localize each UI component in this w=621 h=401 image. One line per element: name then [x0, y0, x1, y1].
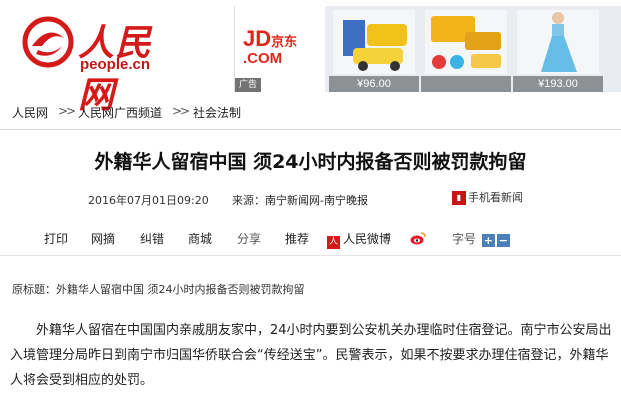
breadcrumb-society-law[interactable]: 社会法制	[193, 104, 241, 121]
sina-weibo-icon[interactable]	[410, 232, 426, 245]
ad-product-price: ¥193.00	[513, 76, 603, 92]
people-logo[interactable]: 人民网 people.cn	[18, 12, 188, 116]
people-weibo-icon: 人	[327, 236, 340, 249]
recommend-button[interactable]: 推荐	[285, 230, 309, 247]
correction-button[interactable]: 纠错	[140, 230, 164, 247]
net-excerpt-button[interactable]: 网摘	[91, 230, 115, 247]
share-button[interactable]: 分享	[237, 230, 261, 247]
jd-ad-banner[interactable]: JD京东 .COM 广告 ¥96.00 ¥193.00	[234, 6, 621, 92]
toy-car-image	[333, 10, 415, 74]
breadcrumb-separator: >>	[58, 104, 76, 118]
font-size-label: 字号	[452, 232, 477, 246]
breadcrumb-home[interactable]: 人民网	[12, 104, 48, 121]
dress-image	[517, 10, 599, 74]
jd-domain: .COM	[243, 50, 283, 67]
font-size-control: 字号 + −	[452, 230, 510, 247]
jd-brand-cn: 京东	[271, 34, 298, 49]
article-title: 外籍华人留宿中国 须24小时内报备否则被罚款拘留	[94, 151, 527, 173]
weibo-button[interactable]: 人人民微博	[327, 230, 391, 249]
ad-product-1[interactable]: ¥96.00	[329, 10, 419, 92]
logo-url: people.cn	[80, 56, 151, 73]
original-title: 原标题：外籍华人留宿中国 须24小时内报备否则被罚款拘留	[12, 283, 305, 296]
site-header: 人民网 people.cn JD京东 .COM 广告 ¥96.00 ¥193.0…	[0, 0, 621, 116]
article-source: 来源：南宁新闻网-南宁晚报	[232, 192, 368, 208]
jd-brand: JD	[243, 26, 272, 51]
mall-button[interactable]: 商城	[188, 230, 212, 247]
source-label: 来源：	[232, 194, 265, 207]
breadcrumb: 人民网 >> 人民网广西频道 >> 社会法制	[0, 92, 621, 130]
mobile-icon: ▮	[452, 191, 466, 205]
toy-set-image	[425, 10, 507, 74]
font-increase-button[interactable]: +	[481, 234, 495, 247]
article-toolbar: 打印 网摘 纠错 商城 分享 推荐 人人民微博 字号 + −	[0, 222, 621, 256]
ad-tag: 广告	[235, 78, 261, 92]
ad-product-price	[421, 76, 511, 92]
font-decrease-button[interactable]: −	[496, 234, 510, 247]
source-link[interactable]: 南宁新闻网-南宁晚报	[265, 194, 368, 207]
jd-logo: JD京东 .COM 广告	[235, 6, 325, 92]
publish-date: 2016年07月01日09:20	[88, 194, 209, 207]
mobile-news-label: 手机看新闻	[468, 191, 523, 204]
ad-product-price: ¥96.00	[329, 76, 419, 92]
people-swirl-icon	[22, 16, 74, 68]
ad-product-3[interactable]: ¥193.00	[513, 10, 603, 92]
breadcrumb-separator: >>	[172, 104, 190, 118]
article-paragraph: 外籍华人留宿在中国国内亲戚朋友家中，24小时内要到公安机关办理临时住宿登记。南宁…	[10, 323, 612, 388]
weibo-label: 人民微博	[343, 232, 392, 246]
breadcrumb-guangxi[interactable]: 人民网广西频道	[78, 104, 162, 121]
mobile-news-link[interactable]: ▮ 手机看新闻	[452, 189, 523, 205]
ad-product-2[interactable]	[421, 10, 511, 92]
print-button[interactable]: 打印	[44, 230, 68, 247]
